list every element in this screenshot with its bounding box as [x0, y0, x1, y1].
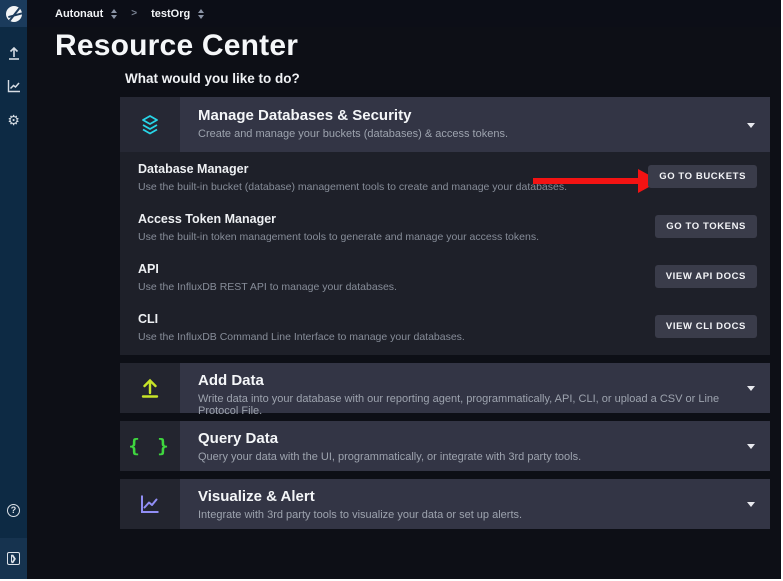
chevron-down-icon[interactable] [747, 123, 755, 128]
go-to-tokens-button[interactable]: GO TO TOKENS [655, 215, 757, 238]
panel-title: Visualize & Alert [198, 488, 736, 505]
app-window: ⚙ ? ❯ Autonaut > testOrg Resource Center… [0, 0, 783, 581]
page-subtitle: What would you like to do? [125, 71, 300, 86]
sidebar: ⚙ ? ❯ [0, 0, 27, 579]
braces-icon: { } [120, 421, 180, 471]
upload-icon [6, 45, 22, 66]
row-description: Use the built-in bucket (database) manag… [138, 181, 567, 193]
panel-query-data: { } Query Data Query your data with the … [120, 421, 770, 471]
chevron-down-icon[interactable] [747, 444, 755, 449]
line-chart-icon [120, 479, 180, 529]
row-access-token-manager: Access Token Manager Use the built-in to… [120, 206, 770, 256]
row-cli: CLI Use the InfluxDB Command Line Interf… [120, 306, 770, 356]
topbar: Autonaut > testOrg [27, 0, 781, 27]
breadcrumb-suborg[interactable]: testOrg [151, 8, 190, 20]
row-description: Use the InfluxDB Command Line Interface … [138, 331, 465, 343]
org-switcher-caret-icon[interactable] [111, 9, 117, 19]
panel-add-data: Add Data Write data into your database w… [120, 363, 770, 413]
chevron-down-icon[interactable] [747, 502, 755, 507]
sidebar-item-help[interactable]: ? [0, 499, 27, 521]
panel-visualize-alert-header[interactable]: Visualize & Alert Integrate with 3rd par… [120, 479, 770, 529]
page-title: Resource Center [55, 29, 298, 63]
go-to-buckets-button[interactable]: GO TO BUCKETS [648, 165, 757, 188]
row-api: API Use the InfluxDB REST API to manage … [120, 256, 770, 306]
row-title: Access Token Manager [138, 212, 276, 226]
sidebar-item-data-explorer[interactable] [0, 77, 27, 99]
view-api-docs-button[interactable]: VIEW API DOCS [655, 265, 757, 288]
help-icon: ? [7, 504, 20, 517]
panel-visualize-alert: Visualize & Alert Integrate with 3rd par… [120, 479, 770, 529]
upload-icon [120, 363, 180, 413]
panel-title: Query Data [198, 430, 736, 447]
breadcrumb-separator-icon: > [131, 8, 137, 19]
panel-manage-header[interactable]: Manage Databases & Security Create and m… [120, 97, 770, 152]
layers-icon [120, 97, 180, 152]
row-title: Database Manager [138, 162, 248, 176]
panel-add-data-header[interactable]: Add Data Write data into your database w… [120, 363, 770, 413]
sidebar-item-settings[interactable]: ⚙ [0, 110, 27, 132]
panel-description: Query your data with the UI, programmati… [198, 451, 736, 463]
row-title: API [138, 262, 159, 276]
chevron-down-icon[interactable] [747, 386, 755, 391]
panel-query-data-header[interactable]: { } Query Data Query your data with the … [120, 421, 770, 471]
panel-title: Manage Databases & Security [198, 107, 736, 124]
panel-toggle-icon: ❯ [7, 552, 20, 565]
breadcrumb-org[interactable]: Autonaut [55, 8, 103, 20]
influxdb-logo-icon[interactable] [0, 0, 27, 27]
panel-description: Create and manage your buckets (database… [198, 128, 736, 140]
panel-title: Add Data [198, 372, 736, 389]
row-description: Use the built-in token management tools … [138, 231, 539, 243]
suborg-switcher-caret-icon[interactable] [198, 9, 204, 19]
sidebar-item-load-data[interactable] [0, 44, 27, 66]
graph-icon [6, 78, 22, 99]
gear-icon: ⚙ [7, 114, 20, 128]
sidebar-item-toggle[interactable]: ❯ [0, 538, 27, 579]
panel-manage-databases: Manage Databases & Security Create and m… [120, 97, 770, 355]
view-cli-docs-button[interactable]: VIEW CLI DOCS [655, 315, 757, 338]
panel-description: Write data into your database with our r… [198, 393, 736, 417]
row-database-manager: Database Manager Use the built-in bucket… [120, 156, 770, 206]
panel-description: Integrate with 3rd party tools to visual… [198, 509, 736, 521]
row-title: CLI [138, 312, 158, 326]
row-description: Use the InfluxDB REST API to manage your… [138, 281, 397, 293]
